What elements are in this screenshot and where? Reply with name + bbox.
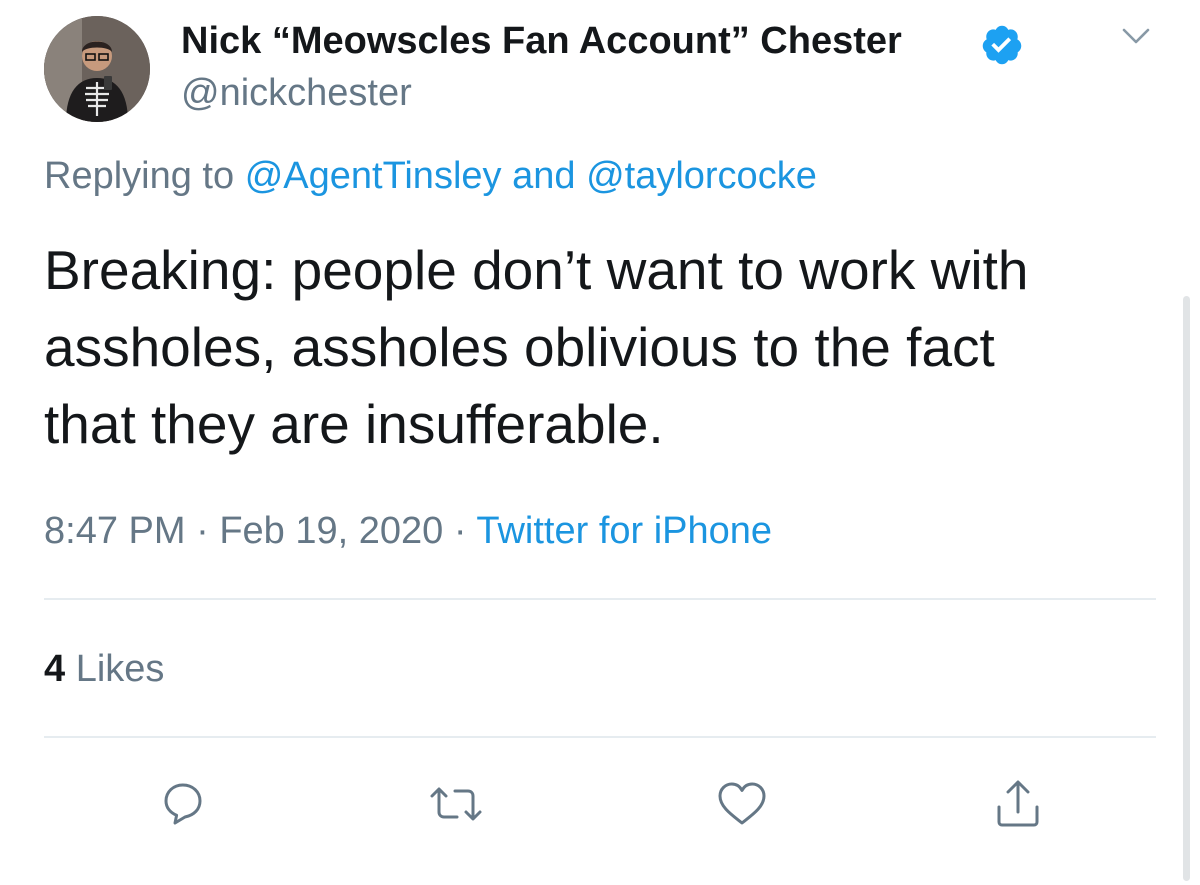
retweet-button[interactable] bbox=[428, 776, 484, 832]
author-handle[interactable]: @nickchester bbox=[181, 70, 412, 116]
meta-separator: · bbox=[453, 510, 467, 552]
mention-link[interactable]: @taylorcocke bbox=[586, 155, 817, 197]
tweet-metadata: 8:47 PM · Feb 19, 2020 · Twitter for iPh… bbox=[44, 508, 772, 554]
tweet-time[interactable]: 8:47 PM bbox=[44, 510, 186, 552]
mention-link[interactable]: @AgentTinsley bbox=[245, 155, 502, 197]
reply-conjunction[interactable]: and bbox=[512, 155, 575, 197]
tweet-date[interactable]: Feb 19, 2020 bbox=[219, 510, 443, 552]
retweet-icon bbox=[430, 787, 482, 821]
like-button[interactable] bbox=[714, 776, 770, 832]
avatar[interactable] bbox=[44, 16, 150, 122]
author-display-name[interactable]: Nick “Meowscles Fan Account” Chester bbox=[181, 18, 902, 64]
share-button[interactable] bbox=[990, 776, 1046, 832]
likes-label: Likes bbox=[75, 648, 165, 690]
likes-count: 4 bbox=[44, 648, 66, 690]
chevron-down-icon[interactable] bbox=[1116, 20, 1156, 50]
tweet-text-line: assholes, assholes oblivious to the fact bbox=[44, 316, 995, 378]
tweet-source-link[interactable]: Twitter for iPhone bbox=[476, 510, 772, 552]
tweet-detail-view: Nick “Meowscles Fan Account” Chester @ni… bbox=[0, 0, 1200, 885]
divider bbox=[44, 736, 1156, 738]
avatar-image bbox=[44, 16, 150, 122]
verified-badge-icon bbox=[980, 23, 1024, 67]
tweet-text-line: Breaking: people don’t want to work with bbox=[44, 239, 1029, 301]
meta-separator: · bbox=[196, 510, 209, 552]
scrollbar[interactable] bbox=[1183, 296, 1190, 881]
reply-context: Replying to @AgentTinsley and @taylorcoc… bbox=[44, 153, 817, 199]
reply-icon bbox=[164, 783, 202, 825]
heart-icon bbox=[718, 782, 766, 825]
likes-stat[interactable]: 4 Likes bbox=[44, 646, 164, 692]
divider bbox=[44, 598, 1156, 600]
reply-button[interactable] bbox=[155, 776, 211, 832]
tweet-text: Breaking: people don’t want to work with… bbox=[44, 232, 1154, 463]
share-icon bbox=[997, 780, 1039, 827]
reply-prefix: Replying to bbox=[44, 155, 235, 197]
tweet-text-line: that they are insufferable. bbox=[44, 393, 664, 455]
